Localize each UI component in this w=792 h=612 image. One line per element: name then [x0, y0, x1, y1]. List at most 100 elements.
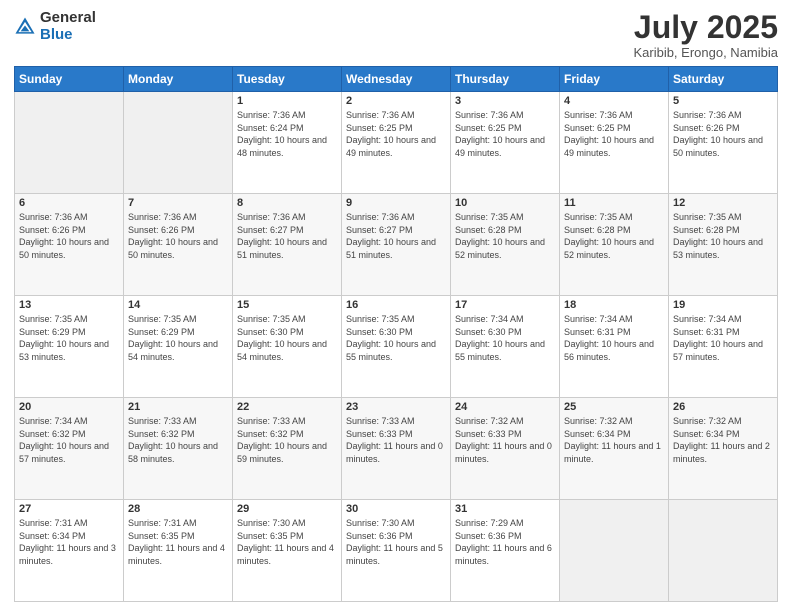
calendar-cell: 4 Sunrise: 7:36 AMSunset: 6:25 PMDaylight… [560, 92, 669, 194]
calendar-header-friday: Friday [560, 67, 669, 92]
day-info: Sunrise: 7:34 AMSunset: 6:32 PMDaylight:… [19, 415, 119, 465]
day-number: 28 [128, 503, 228, 515]
day-info: Sunrise: 7:35 AMSunset: 6:30 PMDaylight:… [237, 313, 337, 363]
day-number: 10 [455, 197, 555, 209]
calendar-header-row: SundayMondayTuesdayWednesdayThursdayFrid… [15, 67, 778, 92]
day-info: Sunrise: 7:33 AMSunset: 6:32 PMDaylight:… [237, 415, 337, 465]
calendar-cell: 2 Sunrise: 7:36 AMSunset: 6:25 PMDaylight… [342, 92, 451, 194]
title-block: July 2025 Karibib, Erongo, Namibia [633, 10, 778, 60]
logo-general: General [40, 10, 96, 27]
day-info: Sunrise: 7:30 AMSunset: 6:35 PMDaylight:… [237, 517, 337, 567]
logo-blue: Blue [40, 27, 96, 44]
day-info: Sunrise: 7:36 AMSunset: 6:25 PMDaylight:… [346, 109, 446, 159]
day-info: Sunrise: 7:36 AMSunset: 6:26 PMDaylight:… [128, 211, 228, 261]
day-number: 30 [346, 503, 446, 515]
day-number: 3 [455, 95, 555, 107]
calendar-cell: 31Sunrise: 7:29 AMSunset: 6:36 PMDayligh… [451, 500, 560, 602]
day-info: Sunrise: 7:36 AMSunset: 6:26 PMDaylight:… [19, 211, 119, 261]
day-info: Sunrise: 7:35 AMSunset: 6:28 PMDaylight:… [564, 211, 664, 261]
calendar-cell: 7Sunrise: 7:36 AMSunset: 6:26 PMDaylight… [124, 194, 233, 296]
day-number: 31 [455, 503, 555, 515]
calendar-week-row: 1 Sunrise: 7:36 AMSunset: 6:24 PMDaylight… [15, 92, 778, 194]
day-info: Sunrise: 7:31 AMSunset: 6:34 PMDaylight:… [19, 517, 119, 567]
day-number: 23 [346, 401, 446, 413]
calendar-cell: 1 Sunrise: 7:36 AMSunset: 6:24 PMDaylight… [233, 92, 342, 194]
day-number: 29 [237, 503, 337, 515]
calendar-cell: 23 Sunrise: 7:33 AMSunset: 6:33 PMDayligh… [342, 398, 451, 500]
logo: General Blue [14, 10, 96, 43]
calendar: SundayMondayTuesdayWednesdayThursdayFrid… [14, 66, 778, 602]
day-info: Sunrise: 7:34 AMSunset: 6:31 PMDaylight:… [673, 313, 773, 363]
calendar-week-row: 27 Sunrise: 7:31 AMSunset: 6:34 PMDayligh… [15, 500, 778, 602]
calendar-header-wednesday: Wednesday [342, 67, 451, 92]
calendar-cell: 24Sunrise: 7:32 AMSunset: 6:33 PMDayligh… [451, 398, 560, 500]
calendar-cell: 13 Sunrise: 7:35 AMSunset: 6:29 PMDayligh… [15, 296, 124, 398]
calendar-cell: 28 Sunrise: 7:31 AMSunset: 6:35 PMDayligh… [124, 500, 233, 602]
calendar-cell: 19 Sunrise: 7:34 AMSunset: 6:31 PMDayligh… [669, 296, 778, 398]
day-info: Sunrise: 7:36 AMSunset: 6:25 PMDaylight:… [455, 109, 555, 159]
calendar-cell: 20 Sunrise: 7:34 AMSunset: 6:32 PMDayligh… [15, 398, 124, 500]
day-info: Sunrise: 7:36 AMSunset: 6:27 PMDaylight:… [346, 211, 446, 261]
day-number: 13 [19, 299, 119, 311]
calendar-cell: 22Sunrise: 7:33 AMSunset: 6:32 PMDayligh… [233, 398, 342, 500]
day-info: Sunrise: 7:36 AMSunset: 6:25 PMDaylight:… [564, 109, 664, 159]
day-number: 20 [19, 401, 119, 413]
day-number: 2 [346, 95, 446, 107]
calendar-cell: 16 Sunrise: 7:35 AMSunset: 6:30 PMDayligh… [342, 296, 451, 398]
day-info: Sunrise: 7:33 AMSunset: 6:33 PMDaylight:… [346, 415, 446, 465]
calendar-cell: 21 Sunrise: 7:33 AMSunset: 6:32 PMDayligh… [124, 398, 233, 500]
calendar-week-row: 6 Sunrise: 7:36 AMSunset: 6:26 PMDaylight… [15, 194, 778, 296]
day-info: Sunrise: 7:35 AMSunset: 6:29 PMDaylight:… [19, 313, 119, 363]
day-info: Sunrise: 7:35 AMSunset: 6:30 PMDaylight:… [346, 313, 446, 363]
calendar-week-row: 13 Sunrise: 7:35 AMSunset: 6:29 PMDayligh… [15, 296, 778, 398]
day-number: 25 [564, 401, 664, 413]
day-info: Sunrise: 7:36 AMSunset: 6:26 PMDaylight:… [673, 109, 773, 159]
calendar-cell: 25Sunrise: 7:32 AMSunset: 6:34 PMDayligh… [560, 398, 669, 500]
calendar-cell: 17Sunrise: 7:34 AMSunset: 6:30 PMDayligh… [451, 296, 560, 398]
calendar-header-tuesday: Tuesday [233, 67, 342, 92]
calendar-cell: 26 Sunrise: 7:32 AMSunset: 6:34 PMDayligh… [669, 398, 778, 500]
calendar-cell: 18Sunrise: 7:34 AMSunset: 6:31 PMDayligh… [560, 296, 669, 398]
day-info: Sunrise: 7:33 AMSunset: 6:32 PMDaylight:… [128, 415, 228, 465]
calendar-cell: 8Sunrise: 7:36 AMSunset: 6:27 PMDaylight… [233, 194, 342, 296]
day-number: 11 [564, 197, 664, 209]
day-number: 1 [237, 95, 337, 107]
logo-icon [14, 16, 36, 38]
calendar-cell: 3 Sunrise: 7:36 AMSunset: 6:25 PMDaylight… [451, 92, 560, 194]
day-number: 4 [564, 95, 664, 107]
calendar-header-monday: Monday [124, 67, 233, 92]
day-info: Sunrise: 7:35 AMSunset: 6:28 PMDaylight:… [673, 211, 773, 261]
calendar-cell: 29 Sunrise: 7:30 AMSunset: 6:35 PMDayligh… [233, 500, 342, 602]
day-number: 6 [19, 197, 119, 209]
day-info: Sunrise: 7:30 AMSunset: 6:36 PMDaylight:… [346, 517, 446, 567]
day-info: Sunrise: 7:32 AMSunset: 6:34 PMDaylight:… [673, 415, 773, 465]
day-number: 19 [673, 299, 773, 311]
day-number: 27 [19, 503, 119, 515]
calendar-cell [124, 92, 233, 194]
calendar-week-row: 20 Sunrise: 7:34 AMSunset: 6:32 PMDayligh… [15, 398, 778, 500]
calendar-header-saturday: Saturday [669, 67, 778, 92]
calendar-cell [15, 92, 124, 194]
day-info: Sunrise: 7:36 AMSunset: 6:27 PMDaylight:… [237, 211, 337, 261]
day-info: Sunrise: 7:35 AMSunset: 6:28 PMDaylight:… [455, 211, 555, 261]
calendar-cell: 14Sunrise: 7:35 AMSunset: 6:29 PMDayligh… [124, 296, 233, 398]
day-number: 15 [237, 299, 337, 311]
calendar-cell: 6 Sunrise: 7:36 AMSunset: 6:26 PMDaylight… [15, 194, 124, 296]
calendar-cell: 10 Sunrise: 7:35 AMSunset: 6:28 PMDayligh… [451, 194, 560, 296]
calendar-cell [669, 500, 778, 602]
calendar-cell: 9 Sunrise: 7:36 AMSunset: 6:27 PMDaylight… [342, 194, 451, 296]
calendar-cell: 12Sunrise: 7:35 AMSunset: 6:28 PMDayligh… [669, 194, 778, 296]
day-number: 21 [128, 401, 228, 413]
day-info: Sunrise: 7:36 AMSunset: 6:24 PMDaylight:… [237, 109, 337, 159]
day-info: Sunrise: 7:31 AMSunset: 6:35 PMDaylight:… [128, 517, 228, 567]
day-number: 18 [564, 299, 664, 311]
day-number: 5 [673, 95, 773, 107]
main-title: July 2025 [633, 10, 778, 45]
day-number: 9 [346, 197, 446, 209]
day-number: 26 [673, 401, 773, 413]
day-number: 16 [346, 299, 446, 311]
day-info: Sunrise: 7:34 AMSunset: 6:30 PMDaylight:… [455, 313, 555, 363]
subtitle: Karibib, Erongo, Namibia [633, 45, 778, 60]
day-number: 24 [455, 401, 555, 413]
day-info: Sunrise: 7:35 AMSunset: 6:29 PMDaylight:… [128, 313, 228, 363]
